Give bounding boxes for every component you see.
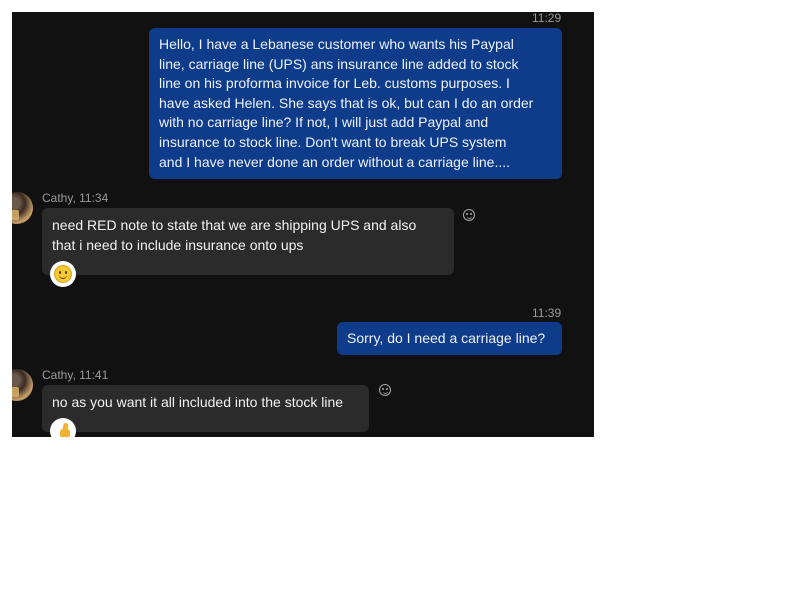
chat-pane: 11:29 Hello, I have a Lebanese customer … — [12, 12, 594, 437]
message-timestamp: 11:39 — [532, 306, 562, 320]
sender-header: Cathy, 11:41 — [42, 368, 109, 382]
incoming-message-bubble[interactable]: need RED note to state that we are shipp… — [42, 208, 454, 275]
avatar[interactable] — [12, 369, 33, 401]
thumbs-up-icon — [55, 423, 71, 437]
incoming-message-bubble[interactable]: no as you want it all included into the … — [42, 385, 369, 432]
avatar[interactable] — [12, 192, 33, 224]
reaction-badge[interactable] — [50, 418, 76, 437]
outgoing-message-bubble[interactable]: Sorry, do I need a carriage line? — [337, 322, 562, 355]
reaction-badge[interactable] — [50, 261, 76, 287]
sender-header: Cathy, 11:34 — [42, 191, 109, 205]
add-reaction-icon[interactable] — [463, 209, 475, 221]
outgoing-message-bubble[interactable]: Hello, I have a Lebanese customer who wa… — [149, 28, 562, 179]
add-reaction-icon[interactable] — [379, 384, 391, 396]
message-timestamp: 11:29 — [532, 12, 562, 25]
smiley-face-icon — [54, 265, 72, 283]
